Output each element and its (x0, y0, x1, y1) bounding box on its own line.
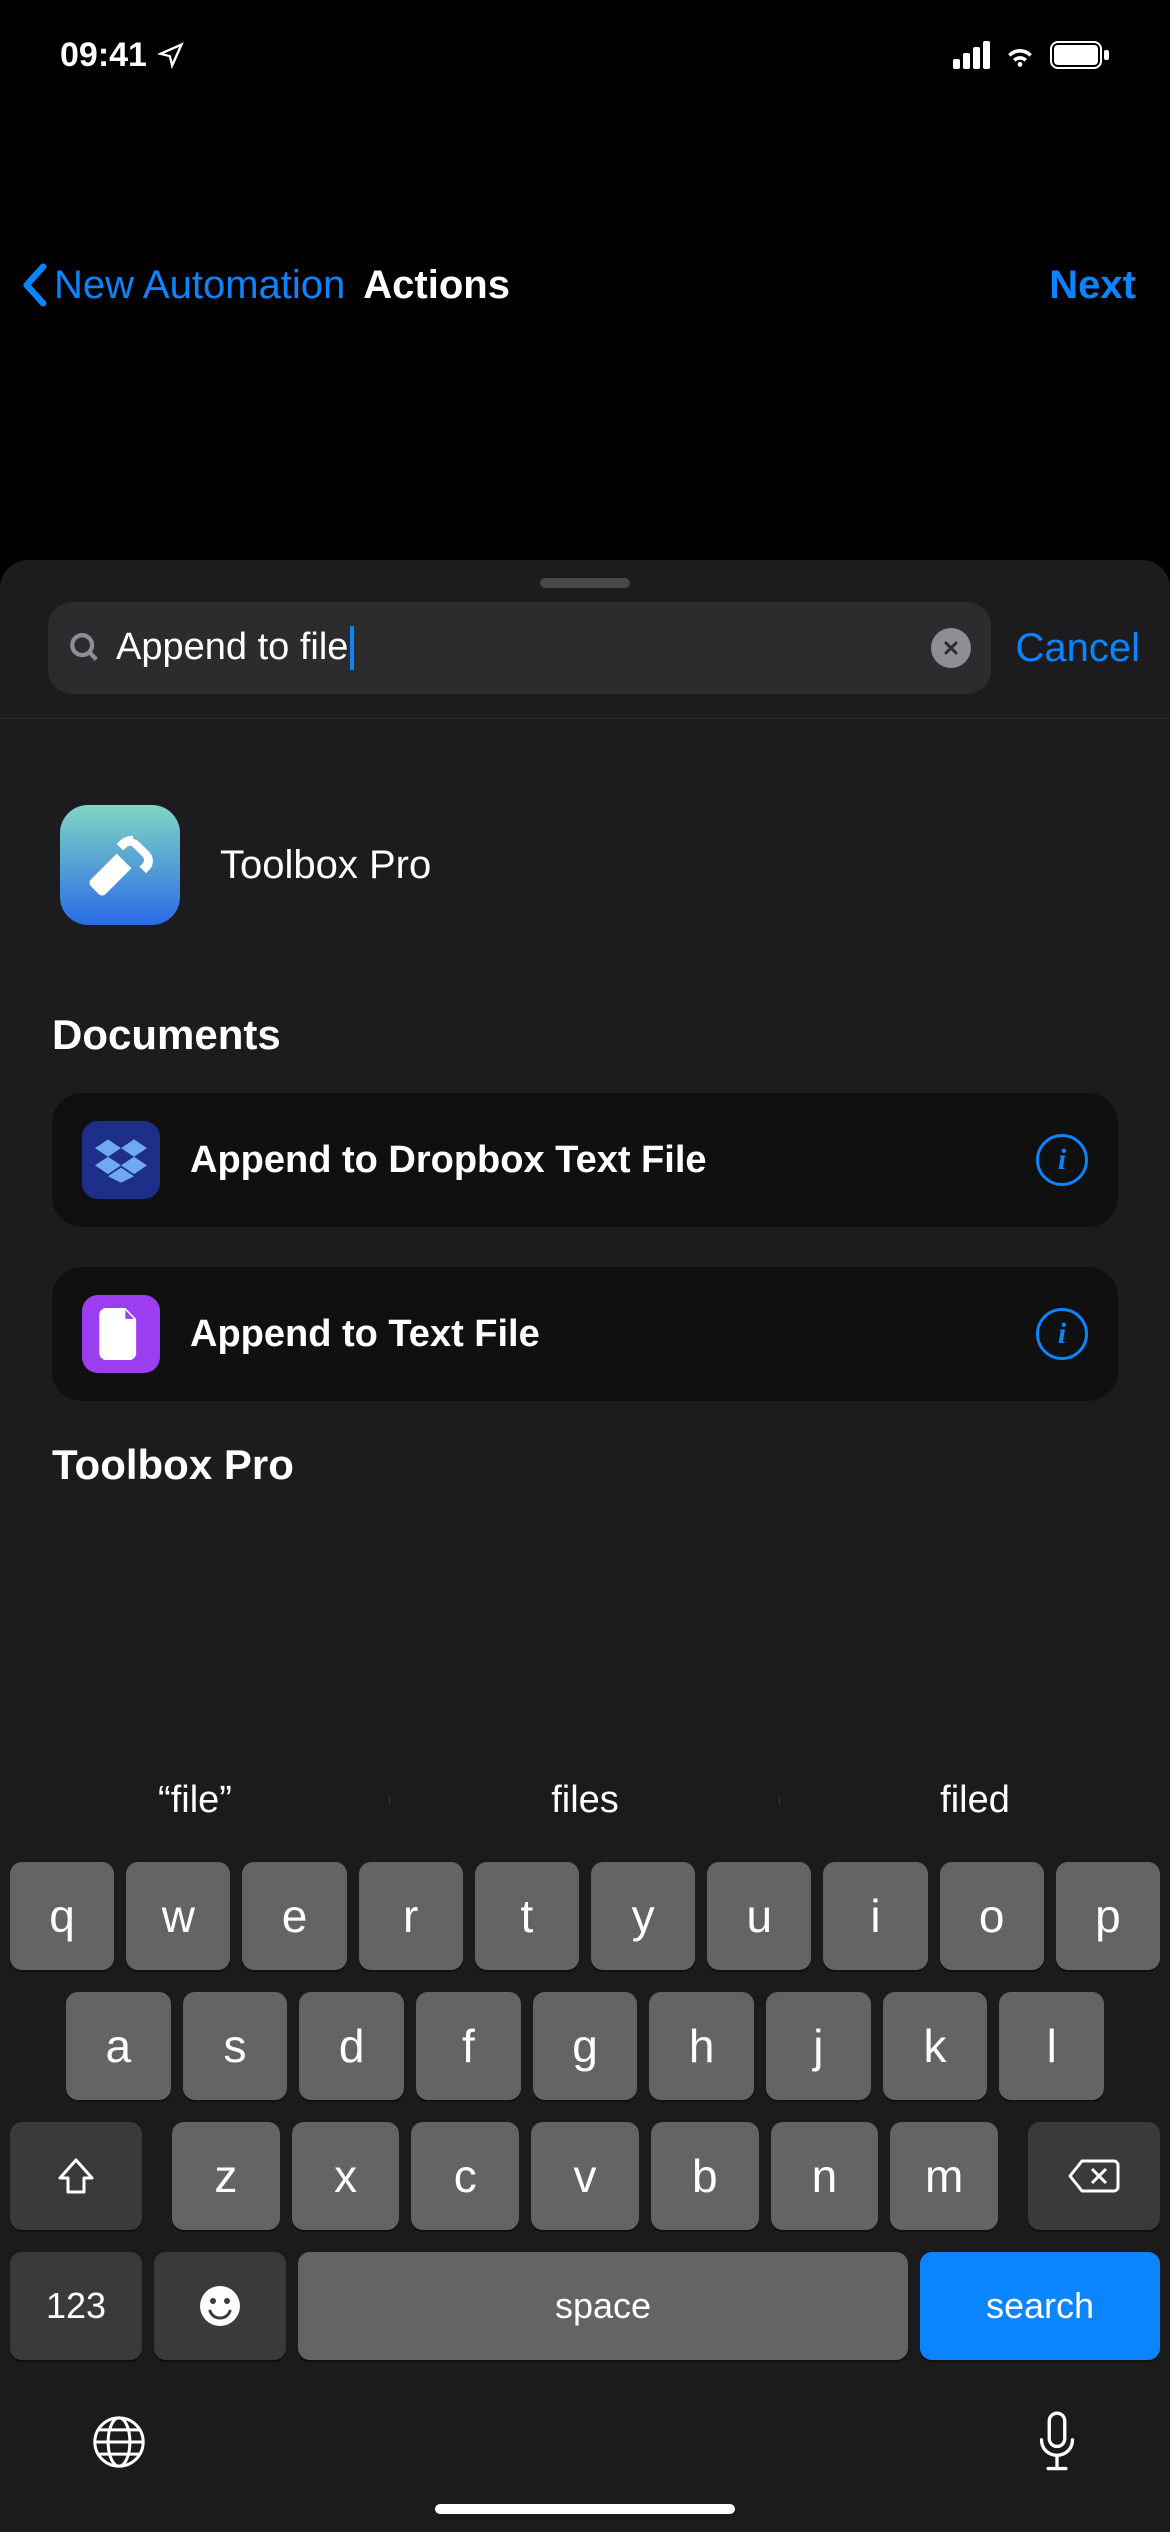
key-k[interactable]: k (883, 1992, 988, 2100)
key-l[interactable]: l (999, 1992, 1104, 2100)
key-a[interactable]: a (66, 1992, 171, 2100)
key-h[interactable]: h (649, 1992, 754, 2100)
signal-icon (953, 41, 990, 69)
emoji-icon (196, 2282, 244, 2330)
key-d[interactable]: d (299, 1992, 404, 2100)
location-icon (157, 41, 185, 69)
key-i[interactable]: i (823, 1862, 927, 1970)
key-c[interactable]: c (411, 2122, 519, 2230)
clear-search-button[interactable] (931, 628, 971, 668)
shift-key[interactable] (10, 2122, 142, 2230)
section-title-documents: Documents (52, 1011, 1118, 1059)
next-button[interactable]: Next (1049, 263, 1136, 308)
home-indicator[interactable] (435, 2504, 735, 2514)
key-q[interactable]: q (10, 1862, 114, 1970)
chevron-left-icon (20, 263, 48, 307)
info-button[interactable]: i (1036, 1308, 1088, 1360)
search-sheet: Append to file Cancel Toolbox Pro Docume… (0, 560, 1170, 2532)
keyboard: “file” files filed qwertyuiop asdfghjkl … (0, 1740, 1170, 2532)
cancel-button[interactable]: Cancel (1015, 626, 1140, 671)
emoji-key[interactable] (154, 2252, 286, 2360)
space-key[interactable]: space (298, 2252, 908, 2360)
page-title: Actions (363, 263, 510, 308)
key-v[interactable]: v (531, 2122, 639, 2230)
dropbox-app-icon (82, 1121, 160, 1199)
action-label: Append to Dropbox Text File (190, 1139, 1006, 1182)
key-n[interactable]: n (771, 2122, 879, 2230)
mic-icon[interactable] (1034, 2411, 1080, 2473)
suggestion[interactable]: “file” (0, 1779, 390, 1822)
key-r[interactable]: r (359, 1862, 463, 1970)
file-icon (99, 1308, 143, 1360)
action-label: Append to Text File (190, 1313, 1006, 1356)
search-value: Append to file (116, 626, 348, 668)
text-caret (350, 626, 354, 670)
section-title-toolbox: Toolbox Pro (52, 1441, 1118, 1489)
status-time: 09:41 (60, 36, 147, 75)
numeric-key[interactable]: 123 (10, 2252, 142, 2360)
battery-icon (1050, 41, 1110, 69)
shift-icon (54, 2154, 98, 2198)
keyboard-suggestions: “file” files filed (0, 1750, 1170, 1850)
back-label: New Automation (54, 263, 345, 308)
back-button[interactable]: New Automation (20, 263, 345, 308)
key-y[interactable]: y (591, 1862, 695, 1970)
key-f[interactable]: f (416, 1992, 521, 2100)
status-bar: 09:41 (0, 0, 1170, 110)
key-p[interactable]: p (1056, 1862, 1160, 1970)
key-e[interactable]: e (242, 1862, 346, 1970)
key-t[interactable]: t (475, 1862, 579, 1970)
key-g[interactable]: g (533, 1992, 638, 2100)
key-b[interactable]: b (651, 2122, 759, 2230)
toolbox-pro-app-icon (60, 805, 180, 925)
key-w[interactable]: w (126, 1862, 230, 1970)
nav-header: New Automation Actions Next (0, 220, 1170, 350)
action-append-textfile[interactable]: Append to Text File i (52, 1267, 1118, 1401)
wifi-icon (1002, 41, 1038, 69)
search-icon (68, 631, 102, 665)
key-m[interactable]: m (890, 2122, 998, 2230)
x-icon (941, 638, 961, 658)
key-s[interactable]: s (183, 1992, 288, 2100)
suggestion[interactable]: filed (780, 1779, 1170, 1822)
app-result-toolbox[interactable]: Toolbox Pro (52, 719, 1118, 1011)
info-button[interactable]: i (1036, 1134, 1088, 1186)
dropbox-icon (95, 1137, 147, 1183)
key-j[interactable]: j (766, 1992, 871, 2100)
textfile-app-icon (82, 1295, 160, 1373)
hammer-icon (81, 826, 159, 904)
app-label: Toolbox Pro (220, 843, 431, 888)
globe-icon[interactable] (90, 2413, 148, 2471)
search-key[interactable]: search (920, 2252, 1160, 2360)
key-z[interactable]: z (172, 2122, 280, 2230)
key-u[interactable]: u (707, 1862, 811, 1970)
search-input[interactable]: Append to file (48, 602, 991, 694)
backspace-icon (1068, 2157, 1120, 2195)
action-append-dropbox[interactable]: Append to Dropbox Text File i (52, 1093, 1118, 1227)
sheet-grabber[interactable] (540, 578, 630, 588)
key-o[interactable]: o (940, 1862, 1044, 1970)
key-x[interactable]: x (292, 2122, 400, 2230)
delete-key[interactable] (1028, 2122, 1160, 2230)
suggestion[interactable]: files (390, 1779, 780, 1822)
